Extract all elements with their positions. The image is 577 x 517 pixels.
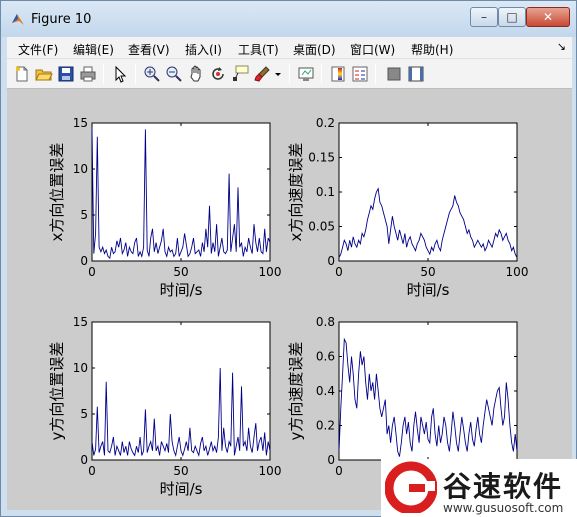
- y-tick-label: 0.6: [316, 350, 335, 364]
- y-tick-label: 10: [73, 162, 88, 176]
- plot-area: 0 50 100051015时间/sx方向位置误差0 50 10000.050.10.1…: [48, 116, 528, 498]
- menu-edit[interactable]: 编辑(E): [73, 41, 114, 58]
- subplot-3: 0 50 100 0 5 10 15 时间/s y方向位置误差: [48, 315, 281, 498]
- y-tick-label: 5: [80, 208, 88, 222]
- y-tick-label: 0.8: [316, 315, 335, 329]
- brush-icon[interactable]: [253, 65, 271, 83]
- y-tick-label: 0.2: [316, 419, 335, 433]
- y-tick-label: 0.15: [308, 151, 335, 165]
- toolbar-separator: [103, 64, 104, 84]
- close-button[interactable]: ✕: [526, 7, 570, 27]
- toolbar: [7, 59, 572, 89]
- menu-desktop[interactable]: 桌面(D): [293, 41, 336, 58]
- y-tick-label: 0.05: [308, 220, 335, 234]
- x-axis-label: 时间/s: [160, 480, 203, 498]
- figure-window: Figure 10 – □ ✕ 文件(F) 编辑(E) 查看(V) 插入(I) …: [0, 0, 577, 517]
- zoom-in-icon[interactable]: [143, 65, 161, 83]
- x-tick-label: 100: [259, 265, 282, 279]
- x-tick-label: 100: [506, 265, 529, 279]
- subplot-2: 0 50 100 0 0.05 0.1 0.15 0.2 时间/s x方向速度误差: [287, 116, 528, 299]
- y-tick-label: 0.1: [316, 185, 335, 199]
- y-tick-label: 0: [327, 254, 335, 268]
- y-tick-label: 15: [73, 315, 88, 329]
- menu-file[interactable]: 文件(F): [18, 41, 58, 58]
- watermark-text: 谷速软件: [443, 470, 564, 503]
- show-plot-tools-icon[interactable]: [407, 65, 425, 83]
- y-tick-label: 15: [73, 116, 88, 130]
- menu-bar: 文件(F) 编辑(E) 查看(V) 插入(I) 工具(T) 桌面(D) 窗口(W…: [7, 37, 572, 59]
- menu-window[interactable]: 窗口(W): [350, 41, 395, 58]
- hide-plot-tools-icon[interactable]: [385, 65, 403, 83]
- brush-dropdown-icon[interactable]: [273, 65, 283, 83]
- toolbar-separator: [289, 64, 290, 84]
- x-tick-label: 0: [335, 464, 343, 478]
- new-figure-icon[interactable]: [13, 65, 31, 83]
- y-axis-label: y方向速度误差: [287, 342, 305, 441]
- y-tick-label: 0: [80, 453, 88, 467]
- print-figure-icon[interactable]: [79, 65, 97, 83]
- maximize-button[interactable]: □: [498, 7, 526, 27]
- y-axis-label: x方向速度误差: [287, 143, 305, 242]
- matlab-logo-icon: [12, 14, 24, 25]
- menu-insert[interactable]: 插入(I): [185, 41, 222, 58]
- x-axis-label: 时间/s: [160, 281, 203, 299]
- y-axis-label: y方向位置误差: [48, 342, 66, 441]
- link-plot-icon[interactable]: [297, 65, 315, 83]
- x-tick-label: 0: [335, 265, 343, 279]
- y-tick-label: 0: [80, 254, 88, 268]
- x-tick-label: 50: [173, 265, 188, 279]
- window-title: Figure 10: [31, 12, 92, 27]
- pan-icon[interactable]: [187, 65, 205, 83]
- rotate-3d-icon[interactable]: [209, 65, 227, 83]
- legend-icon[interactable]: [351, 65, 369, 83]
- menu-help[interactable]: 帮助(H): [411, 41, 453, 58]
- subplot-1: 0 50 100 0 5 10 15 时间/s x方向位置误差: [48, 116, 281, 299]
- zoom-out-icon[interactable]: [165, 65, 183, 83]
- x-tick-label: 0: [88, 265, 96, 279]
- menu-view[interactable]: 查看(V): [128, 41, 170, 58]
- figure-canvas: 0 50 100 0 5 10 15 时间/s x方向位置误差 0 50 100 0 0.05 0.1 0.1…: [7, 89, 572, 510]
- watermark: 谷速软件 www.gusuosoft.com: [381, 459, 577, 517]
- save-figure-icon[interactable]: [57, 65, 75, 83]
- minimize-button[interactable]: –: [470, 7, 498, 27]
- y-tick-label: 5: [80, 407, 88, 421]
- x-tick-label: 50: [173, 464, 188, 478]
- colorbar-icon[interactable]: [329, 65, 347, 83]
- y-tick-label: 0.2: [316, 116, 335, 130]
- toolbar-separator: [135, 64, 136, 84]
- title-bar[interactable]: Figure 10 – □ ✕: [1, 1, 576, 37]
- y-axis-label: x方向位置误差: [48, 143, 66, 242]
- toolbar-separator: [321, 64, 322, 84]
- open-file-icon[interactable]: [35, 65, 53, 83]
- toolbar-separator: [375, 64, 376, 84]
- menu-overflow-icon[interactable]: ↘: [557, 40, 566, 53]
- data-cursor-icon[interactable]: [231, 65, 249, 83]
- gusuo-logo-icon: [385, 461, 437, 513]
- x-tick-label: 50: [420, 265, 435, 279]
- x-axis-label: 时间/s: [407, 281, 450, 299]
- y-tick-label: 0: [327, 453, 335, 467]
- axes-box: [338, 122, 518, 262]
- y-tick-label: 0.4: [316, 384, 335, 398]
- axes-box: [91, 122, 271, 262]
- x-tick-label: 100: [259, 464, 282, 478]
- x-tick-label: 0: [88, 464, 96, 478]
- watermark-url: www.gusuosoft.com: [443, 501, 564, 515]
- edit-plot-icon[interactable]: [111, 65, 129, 83]
- y-tick-label: 10: [73, 361, 88, 375]
- menu-tools[interactable]: 工具(T): [238, 41, 279, 58]
